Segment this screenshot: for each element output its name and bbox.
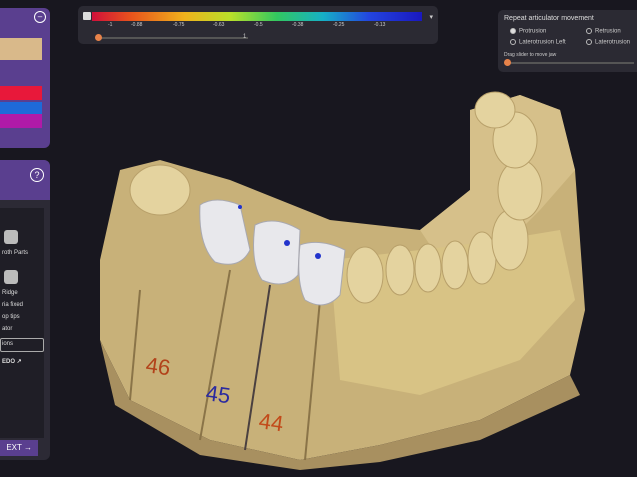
radio-retrusion[interactable]: Retrusion — [586, 28, 621, 35]
panel-header — [0, 160, 50, 200]
slider-value: 1 — [243, 34, 247, 40]
colorbar-tick: -0.38 — [292, 22, 304, 28]
swatch — [0, 86, 42, 100]
radio-label: Retrusion — [595, 28, 621, 35]
workflow-panel: ? roth Parts Ridge ria fixed op tips ato… — [0, 160, 50, 460]
radio-label: Protrusion — [519, 28, 547, 35]
distance-colorbar-panel: -1 -0.88 -0.75 -0.63 -0.5 -0.38 -0.25 -0… — [78, 6, 438, 44]
drag-hint: Drag slider to move jaw — [504, 52, 557, 58]
close-icon[interactable]: – — [34, 11, 46, 23]
radio-protrusion[interactable]: Protrusion — [510, 28, 546, 35]
slider-handle[interactable] — [95, 34, 102, 41]
next-label: EXT — [6, 443, 22, 452]
swatch — [0, 114, 42, 128]
die-label-44: 44 — [257, 408, 285, 436]
tool-item[interactable]: Ridge — [2, 290, 18, 296]
color-legend-panel: – — [0, 8, 50, 148]
radio-laterotrusion[interactable]: Laterotrusion — [586, 39, 630, 46]
radio-label: Laterotrusion — [595, 39, 631, 46]
colorbar-tick: -0.25 — [333, 22, 345, 28]
articulator-title: Repeat articulator movement — [504, 15, 594, 22]
tooth-icon[interactable] — [4, 270, 18, 284]
tool-item[interactable]: op tips — [2, 314, 20, 320]
tooth-icon[interactable] — [4, 230, 18, 244]
redo-button[interactable]: EDO ↗ — [2, 358, 22, 365]
articulator-panel: Repeat articulator movement Protrusion R… — [498, 10, 637, 72]
die-label-45: 45 — [204, 380, 232, 408]
jaw-slider[interactable] — [506, 62, 634, 64]
colorbar-tick: -1 — [108, 22, 113, 28]
colorbar-tick: -0.13 — [374, 22, 386, 28]
swatch — [0, 60, 42, 80]
tool-item[interactable]: ator — [2, 326, 12, 332]
tool-item[interactable]: ria fixed — [2, 302, 23, 308]
tool-list: roth Parts Ridge ria fixed op tips ator … — [0, 208, 44, 438]
jaw-slider-handle[interactable] — [504, 59, 511, 66]
colorbar-tick: -0.75 — [173, 22, 185, 28]
help-icon[interactable]: ? — [30, 168, 44, 182]
tool-item[interactable]: ions — [2, 341, 13, 347]
colorbar — [92, 12, 422, 21]
tool-item[interactable]: roth Parts — [2, 250, 28, 256]
swatch — [0, 38, 42, 60]
radio-laterotrusion-left[interactable]: Laterotrusion Left — [510, 39, 566, 46]
swatch — [0, 102, 42, 114]
colorbar-toggle[interactable] — [83, 12, 91, 20]
3d-viewport[interactable]: 46 45 44 – ? roth Parts Ridge ria fixed … — [0, 0, 637, 477]
colorbar-tick: -0.5 — [254, 22, 263, 28]
next-button[interactable]: EXT → — [0, 440, 38, 456]
colorbar-tick: -0.63 — [213, 22, 225, 28]
chevron-down-icon[interactable]: ▾ — [429, 13, 433, 21]
threshold-slider[interactable] — [98, 37, 248, 39]
colorbar-tick: -0.88 — [131, 22, 143, 28]
die-label-46: 46 — [144, 352, 172, 380]
radio-label: Laterotrusion Left — [519, 39, 566, 46]
